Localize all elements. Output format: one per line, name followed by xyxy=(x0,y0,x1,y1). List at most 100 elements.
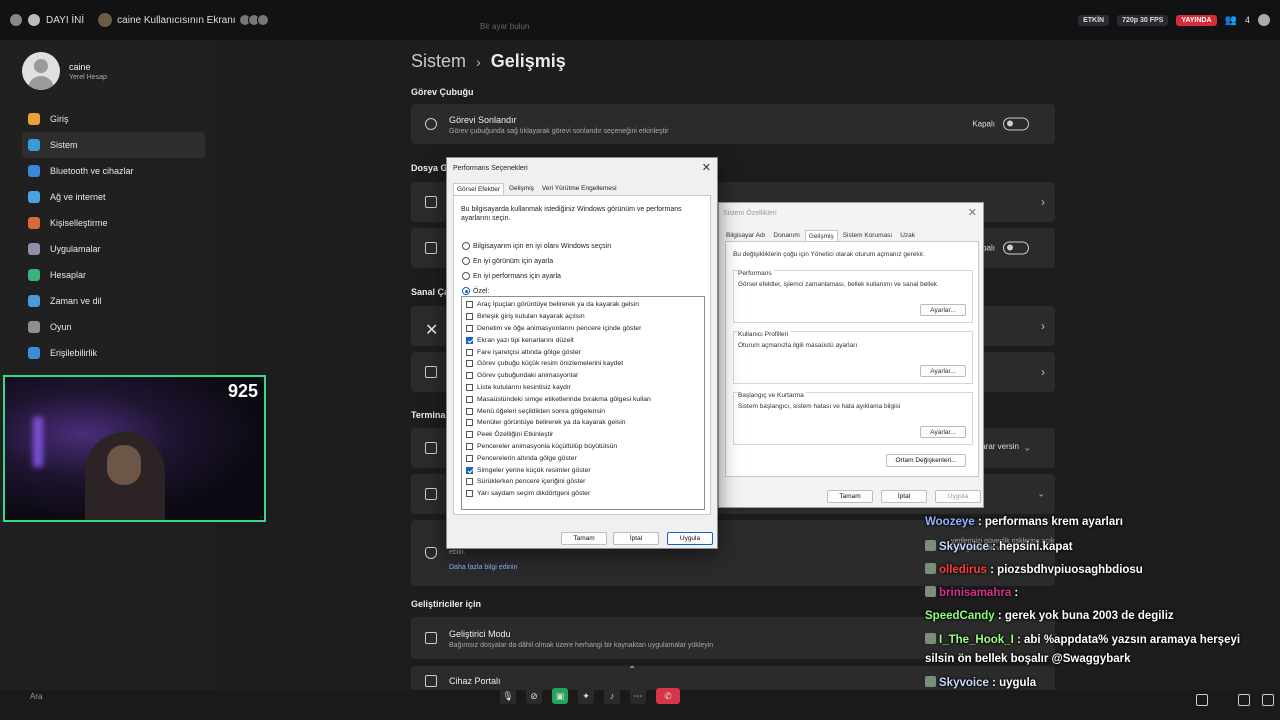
settings-button[interactable]: Ayarlar... xyxy=(920,304,966,316)
checkbox[interactable] xyxy=(466,431,473,439)
sidebar-item[interactable]: Ağ ve internet xyxy=(22,184,205,210)
user-avatar[interactable] xyxy=(1258,14,1270,26)
sidebar-item[interactable]: Hesaplar xyxy=(22,262,205,288)
sidebar-item[interactable]: Bluetooth ve cihazlar xyxy=(22,158,205,184)
checkbox[interactable] xyxy=(466,395,473,403)
checkbox[interactable] xyxy=(466,336,473,344)
perf-apply-button[interactable]: Uygula xyxy=(667,532,713,545)
tab[interactable]: Gelişmiş xyxy=(506,183,537,195)
env-variables-button[interactable]: Ortam Değişkenleri... xyxy=(886,454,966,467)
checkbox[interactable] xyxy=(466,348,473,356)
taskbar-search-hint[interactable]: Ara xyxy=(30,692,42,701)
fullscreen-icon[interactable] xyxy=(1262,694,1274,706)
sidebar-item[interactable]: Zaman ve dil xyxy=(22,288,205,314)
radio-circle[interactable] xyxy=(462,242,470,250)
camera-off-icon[interactable]: ⊘ xyxy=(526,688,542,704)
checkbox[interactable] xyxy=(466,301,473,309)
chat-username[interactable]: Woozeye xyxy=(925,516,975,528)
server-icon[interactable] xyxy=(10,14,22,26)
effect-option[interactable]: Görev çubuğu küçük resim önizlemelerini … xyxy=(462,358,704,370)
sysprop-cancel-button[interactable]: İptal xyxy=(881,490,927,503)
checkbox[interactable] xyxy=(466,454,473,462)
effect-option[interactable]: Menü öğeleri seçildikten sonra gölgelens… xyxy=(462,405,704,417)
checkbox[interactable] xyxy=(466,360,473,368)
effect-option[interactable]: Görev çubuğundaki animasyonlar xyxy=(462,370,704,382)
effect-option[interactable]: Pencerelerin altında gölge göster xyxy=(462,452,704,464)
disconnect-icon[interactable]: ✆ xyxy=(656,688,680,704)
end-task-toggle[interactable] xyxy=(1003,117,1029,131)
activities-icon[interactable]: ✦ xyxy=(578,688,594,704)
effect-option[interactable]: Yarı saydam seçim dikdörtgeni göster xyxy=(462,488,704,500)
screen-share-icon[interactable]: ▣ xyxy=(552,688,568,704)
chat-username[interactable]: brinisamahra xyxy=(939,587,1011,599)
radio-option[interactable]: Özel: xyxy=(462,287,489,295)
more-icon[interactable]: ⋯ xyxy=(630,688,646,704)
file-toggle[interactable] xyxy=(1003,241,1029,255)
radio-option[interactable]: En iyi performans için ayarla xyxy=(462,272,561,280)
volume-icon[interactable] xyxy=(1196,694,1208,706)
close-icon[interactable]: ✕ xyxy=(968,206,977,219)
settings-search-input[interactable]: Bir ayar bulun xyxy=(480,22,660,36)
chat-username[interactable]: SpeedCandy xyxy=(925,610,995,622)
checkbox[interactable] xyxy=(466,442,473,450)
radio-circle[interactable] xyxy=(462,257,470,265)
effect-option[interactable]: Birleşik giriş kutuları kayarak açılsın xyxy=(462,311,704,323)
close-icon[interactable]: ✕ xyxy=(702,161,711,174)
checkbox[interactable] xyxy=(466,490,473,498)
sidebar-item[interactable]: Kişiselleştirme xyxy=(22,210,205,236)
perf-ok-button[interactable]: Tamam xyxy=(561,532,607,545)
effect-option[interactable]: Liste kutularını kesintisiz kaydır xyxy=(462,382,704,394)
radio-option[interactable]: En iyi görünüm için ayarla xyxy=(462,257,553,265)
chat-username[interactable]: Skyvoice xyxy=(939,677,989,689)
profile[interactable]: caine Yerel Hesap xyxy=(22,52,107,90)
effect-option[interactable]: Ekran yazı tipi kenarlarını düzelt xyxy=(462,334,704,346)
checkbox[interactable] xyxy=(466,407,473,415)
effect-option[interactable]: Denetim ve öğe animasyonlarını pencere i… xyxy=(462,323,704,335)
streamer-avatar[interactable] xyxy=(98,13,113,27)
chat-username[interactable]: I_The_Hook_I xyxy=(939,634,1014,646)
radio-circle[interactable] xyxy=(462,272,470,280)
soundboard-icon[interactable]: ♪ xyxy=(604,688,620,704)
tab[interactable]: Görsel Efektler xyxy=(453,183,504,195)
checkbox[interactable] xyxy=(466,372,473,380)
effect-option[interactable]: Masaüstündeki simge etiketlerinde bırakm… xyxy=(462,393,704,405)
channel-name[interactable]: DAYI İNİ xyxy=(46,15,84,26)
breadcrumb-parent[interactable]: Sistem xyxy=(411,51,466,71)
tab[interactable]: Veri Yürütme Engellemesi xyxy=(539,183,620,195)
settings-button[interactable]: Ayarlar... xyxy=(920,365,966,377)
end-task-card[interactable]: Görevi Sonlandır Görev çubuğunda sağ tık… xyxy=(411,104,1055,144)
radio-circle[interactable] xyxy=(462,287,470,295)
effect-label: Pencerelerin altında gölge göster xyxy=(477,454,577,462)
popout-icon[interactable] xyxy=(1238,694,1250,706)
effect-option[interactable]: Sürüklerken pencere içeriğini göster xyxy=(462,476,704,488)
sysprop-ok-button[interactable]: Tamam xyxy=(827,490,873,503)
effects-list[interactable]: Araç İpuçları görüntüye belirerek ya da … xyxy=(461,296,705,510)
sidebar-item[interactable]: Giriş xyxy=(22,106,205,132)
checkbox[interactable] xyxy=(466,313,473,321)
checkbox[interactable] xyxy=(466,419,473,427)
chat-username[interactable]: Skyvoice xyxy=(939,541,989,553)
checkbox[interactable] xyxy=(466,324,473,332)
checkbox[interactable] xyxy=(466,478,473,486)
radio-option[interactable]: Bilgisayarım için en iyi olanı Windows s… xyxy=(462,242,611,250)
effect-option[interactable]: Araç İpuçları görüntüye belirerek ya da … xyxy=(462,299,704,311)
effect-option[interactable]: Peek Özelliğini Etkinleştir xyxy=(462,429,704,441)
sysprop-apply-button[interactable]: Uygula xyxy=(935,490,981,503)
sidebar-item[interactable]: Oyun xyxy=(22,314,205,340)
effect-option[interactable]: Pencereler animasyonla küçültülüp büyütü… xyxy=(462,441,704,453)
sidebar-item[interactable]: Uygulamalar xyxy=(22,236,205,262)
effect-option[interactable]: Menüler görüntüye belirerek ya da kayara… xyxy=(462,417,704,429)
sidebar-item[interactable]: Erişilebilirlik xyxy=(22,340,205,366)
checkbox[interactable] xyxy=(466,383,473,391)
perf-cancel-button[interactable]: İptal xyxy=(613,532,659,545)
effect-option[interactable]: Simgeler yerine küçük resimler göster xyxy=(462,464,704,476)
chevron-up-icon[interactable]: ⌃ xyxy=(628,665,636,676)
effect-option[interactable]: Fare işaretçisi altında gölge göster xyxy=(462,346,704,358)
watcher-avatars[interactable] xyxy=(238,14,269,26)
sidebar-item[interactable]: Sistem xyxy=(22,132,205,158)
learn-more-link[interactable]: Daha fazla bilgi edinin xyxy=(449,564,518,571)
checkbox[interactable] xyxy=(466,466,473,474)
chat-username[interactable]: olledirus xyxy=(939,564,987,576)
mic-icon[interactable]: 🎙 xyxy=(500,688,516,704)
settings-button[interactable]: Ayarlar... xyxy=(920,426,966,438)
